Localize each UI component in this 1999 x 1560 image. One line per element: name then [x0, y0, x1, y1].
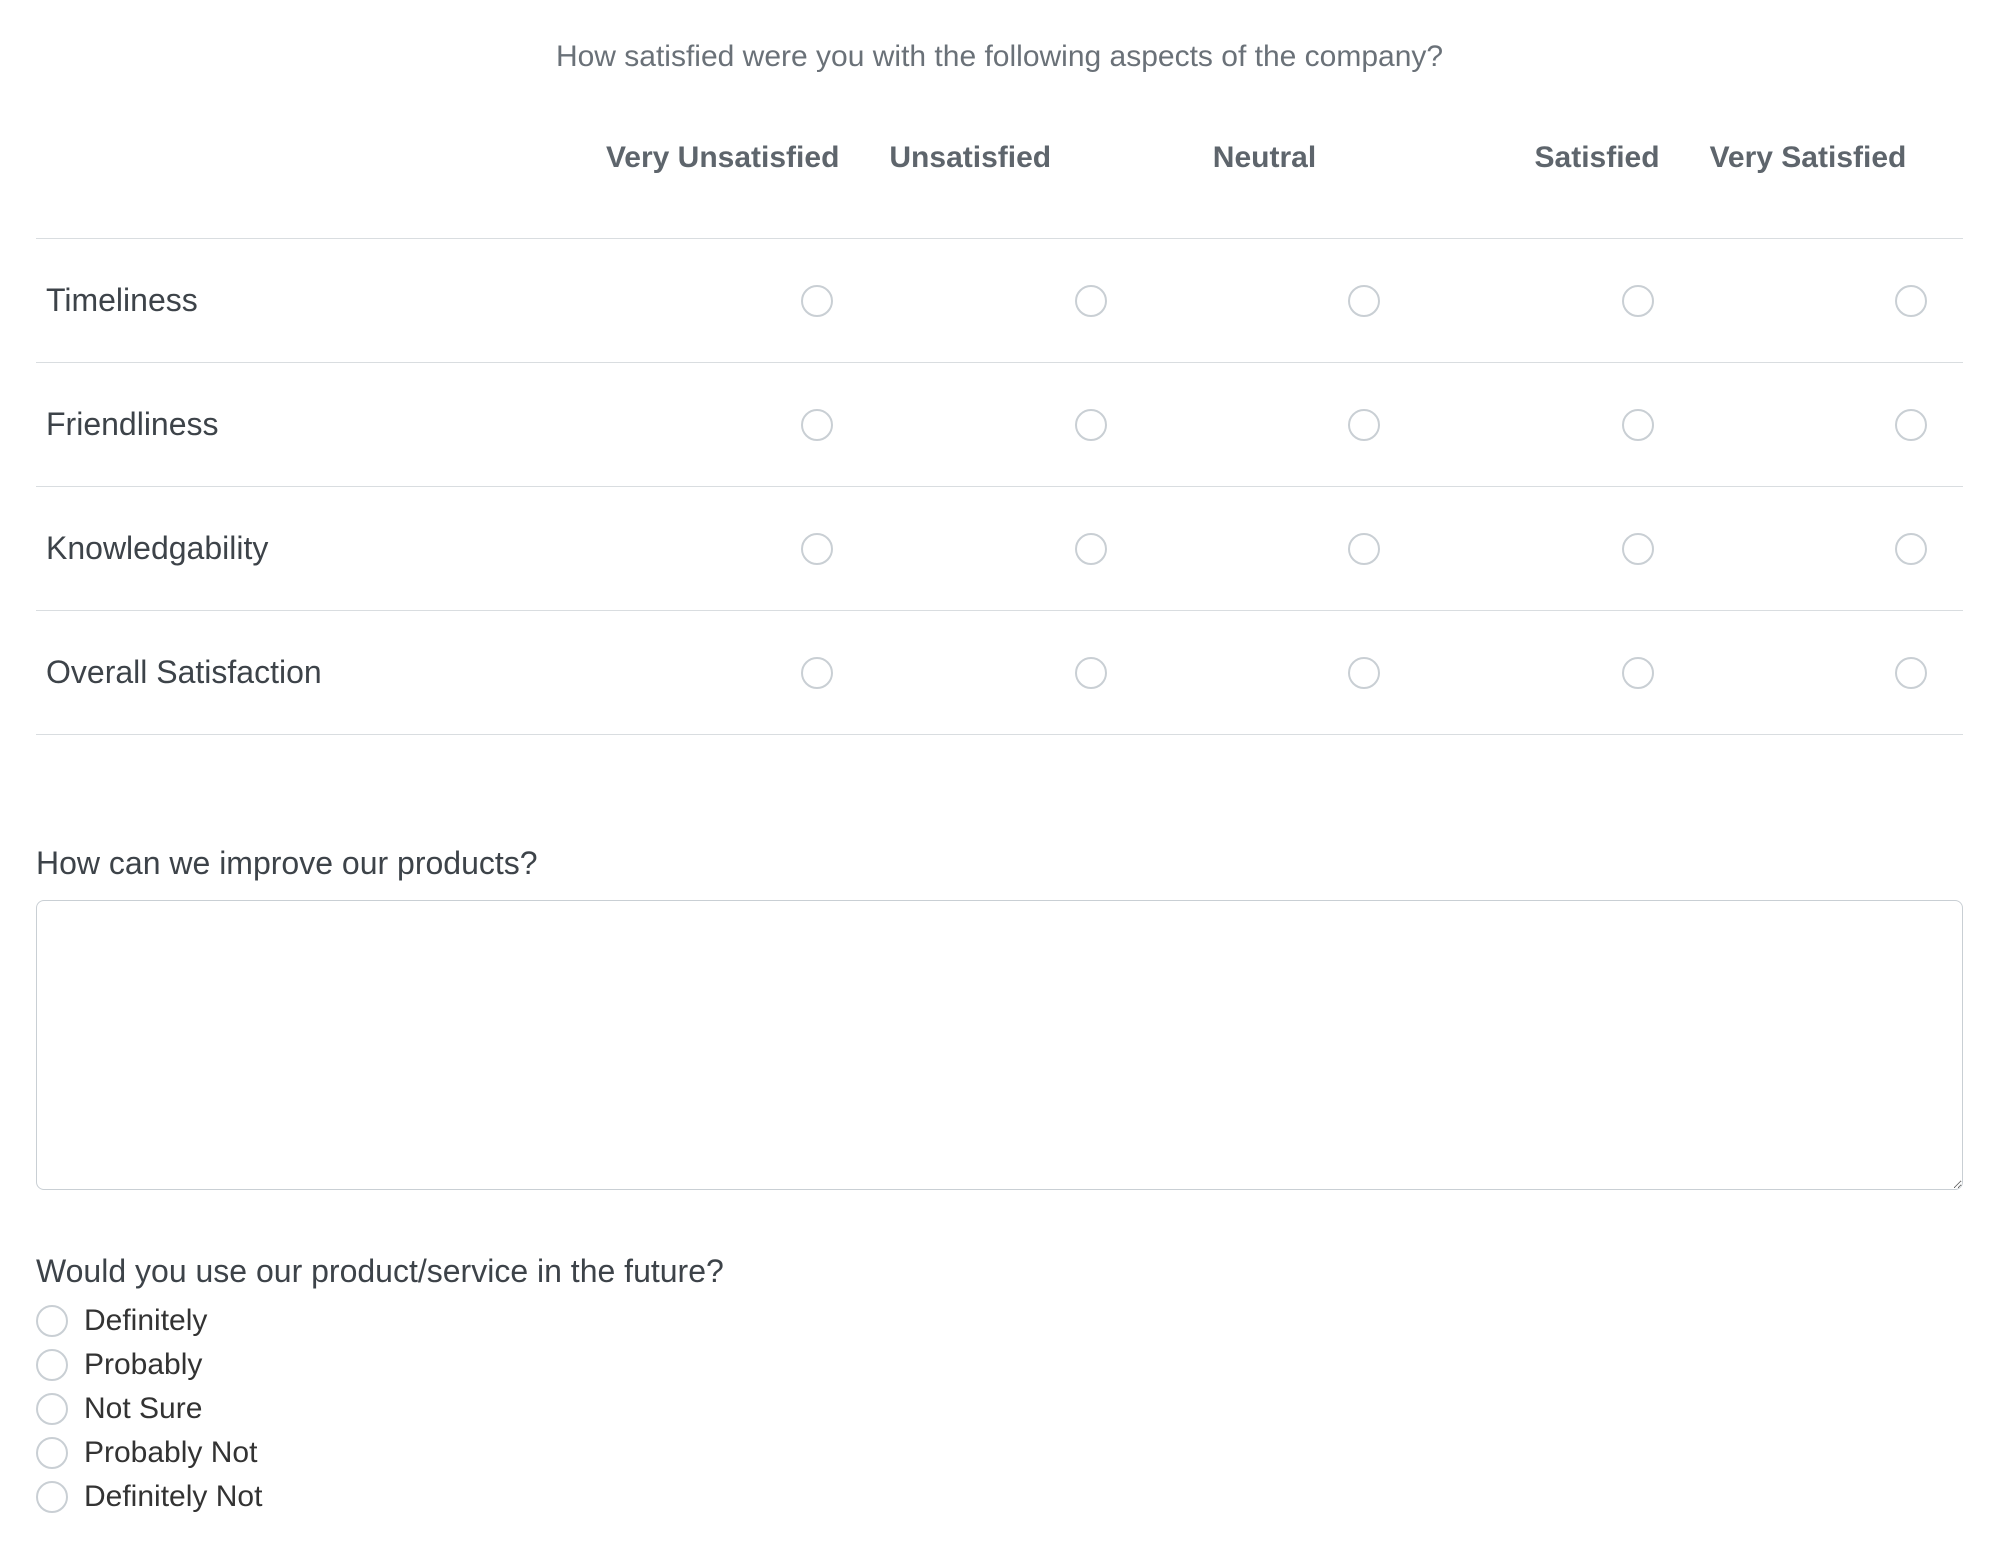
matrix-cell: [1143, 611, 1416, 735]
future-option-label: Probably Not: [84, 1432, 257, 1474]
col-header-very-unsatisfied: Very Unsatisfied: [596, 134, 869, 239]
matrix-cell: [1690, 487, 1963, 611]
matrix-cell: [1416, 611, 1689, 735]
matrix-radio[interactable]: [801, 657, 833, 689]
matrix-radio[interactable]: [1348, 285, 1380, 317]
matrix-row: Friendliness: [36, 363, 1963, 487]
col-header-satisfied: Satisfied: [1416, 134, 1689, 239]
matrix-cell: [1690, 611, 1963, 735]
matrix-radio[interactable]: [1075, 409, 1107, 441]
matrix-row-label: Overall Satisfaction: [36, 611, 596, 735]
col-header-very-satisfied: Very Satisfied: [1690, 134, 1963, 239]
open-question-text: How can we improve our products?: [36, 845, 1963, 882]
matrix-radio[interactable]: [801, 533, 833, 565]
future-option: Definitely Not: [36, 1476, 1963, 1518]
matrix-radio[interactable]: [1348, 533, 1380, 565]
future-question-text: Would you use our product/service in the…: [36, 1253, 1963, 1290]
matrix-row: Overall Satisfaction: [36, 611, 1963, 735]
future-option-label: Not Sure: [84, 1388, 202, 1430]
matrix-row: Timeliness: [36, 239, 1963, 363]
matrix-radio[interactable]: [1895, 533, 1927, 565]
survey-page: How satisfied were you with the followin…: [0, 0, 1999, 1560]
matrix-row-label: Knowledgability: [36, 487, 596, 611]
matrix-row-label: Timeliness: [36, 239, 596, 363]
matrix-radio[interactable]: [1075, 657, 1107, 689]
satisfaction-matrix: Very Unsatisfied Unsatisfied Neutral Sat…: [36, 134, 1963, 735]
matrix-cell: [596, 487, 869, 611]
matrix-radio[interactable]: [1075, 533, 1107, 565]
matrix-cell: [596, 363, 869, 487]
matrix-radio[interactable]: [1622, 409, 1654, 441]
matrix-header-row: Very Unsatisfied Unsatisfied Neutral Sat…: [36, 134, 1963, 239]
matrix-radio[interactable]: [1348, 409, 1380, 441]
future-options-list: DefinitelyProbablyNot SureProbably NotDe…: [36, 1300, 1963, 1518]
matrix-cell: [1690, 363, 1963, 487]
future-option-radio[interactable]: [36, 1393, 68, 1425]
matrix-cell: [1143, 363, 1416, 487]
matrix-radio[interactable]: [801, 285, 833, 317]
matrix-cell: [596, 611, 869, 735]
improve-products-textarea[interactable]: [36, 900, 1963, 1190]
matrix-cell: [869, 363, 1142, 487]
future-question-block: Would you use our product/service in the…: [36, 1253, 1963, 1518]
matrix-row: Knowledgability: [36, 487, 1963, 611]
future-option-radio[interactable]: [36, 1305, 68, 1337]
matrix-cell: [869, 487, 1142, 611]
future-option: Probably: [36, 1344, 1963, 1386]
future-option-label: Probably: [84, 1344, 202, 1386]
col-header-unsatisfied: Unsatisfied: [869, 134, 1142, 239]
future-option-radio[interactable]: [36, 1349, 68, 1381]
matrix-question-text: How satisfied were you with the followin…: [36, 40, 1963, 74]
matrix-cell: [1143, 239, 1416, 363]
future-option-radio[interactable]: [36, 1437, 68, 1469]
future-option-label: Definitely: [84, 1300, 207, 1342]
matrix-cell: [1416, 363, 1689, 487]
matrix-corner-blank: [36, 134, 596, 239]
matrix-cell: [596, 239, 869, 363]
matrix-radio[interactable]: [1895, 409, 1927, 441]
matrix-radio[interactable]: [1622, 285, 1654, 317]
matrix-row-label: Friendliness: [36, 363, 596, 487]
matrix-cell: [1416, 239, 1689, 363]
matrix-radio[interactable]: [1895, 657, 1927, 689]
future-option: Probably Not: [36, 1432, 1963, 1474]
future-option-radio[interactable]: [36, 1481, 68, 1513]
matrix-radio[interactable]: [1348, 657, 1380, 689]
future-option: Definitely: [36, 1300, 1963, 1342]
matrix-radio[interactable]: [1622, 657, 1654, 689]
matrix-cell: [869, 611, 1142, 735]
matrix-cell: [1690, 239, 1963, 363]
future-option-label: Definitely Not: [84, 1476, 262, 1518]
matrix-radio[interactable]: [801, 409, 833, 441]
matrix-cell: [1416, 487, 1689, 611]
matrix-radio[interactable]: [1895, 285, 1927, 317]
col-header-neutral: Neutral: [1143, 134, 1416, 239]
matrix-radio[interactable]: [1075, 285, 1107, 317]
matrix-cell: [869, 239, 1142, 363]
open-question-block: How can we improve our products?: [36, 845, 1963, 1195]
future-option: Not Sure: [36, 1388, 1963, 1430]
matrix-radio[interactable]: [1622, 533, 1654, 565]
matrix-cell: [1143, 487, 1416, 611]
